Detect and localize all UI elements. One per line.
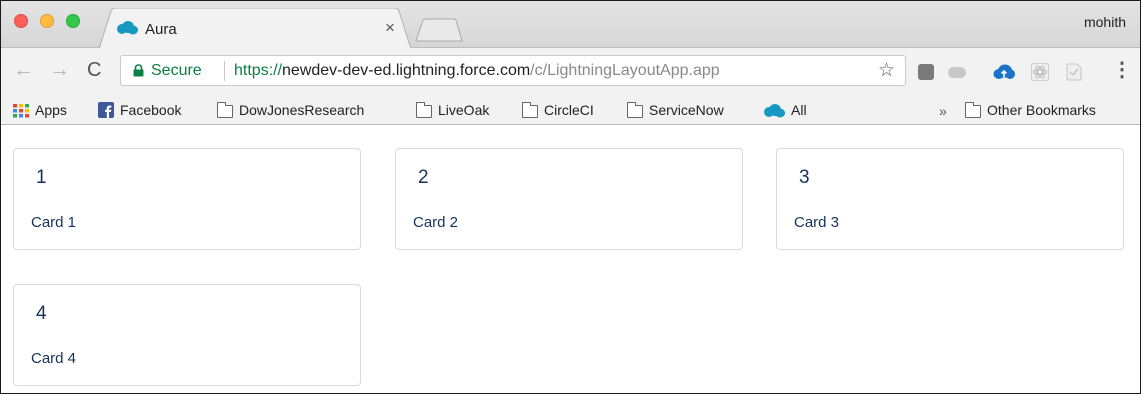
card-title: 4 xyxy=(36,303,47,324)
address-separator xyxy=(224,61,225,81)
extension-cloud-upload-icon[interactable] xyxy=(993,64,1015,80)
bookmark-folder-circleci[interactable]: CircleCI xyxy=(522,102,594,120)
title-bar: Aura × mohith xyxy=(1,1,1140,49)
card: 3 Card 3 xyxy=(776,148,1124,250)
back-arrow-icon[interactable]: ← xyxy=(13,59,34,80)
bookmark-label: DowJonesResearch xyxy=(239,102,365,118)
extension-page-icon[interactable] xyxy=(1066,63,1082,81)
tab-title: Aura xyxy=(145,21,177,38)
folder-icon xyxy=(965,102,981,118)
card-title: 3 xyxy=(799,167,810,188)
url-scheme: https:// xyxy=(234,62,283,79)
apps-grid-icon xyxy=(13,104,29,118)
url-path: /c/LightningLayoutApp.app xyxy=(530,62,720,79)
bookmark-label: ServiceNow xyxy=(649,102,724,118)
extension-cloud-grey-icon[interactable] xyxy=(948,67,966,78)
bookmark-folder-other-bookmarks[interactable]: Other Bookmarks xyxy=(965,102,1096,120)
browser-toolbar: ← → C Secure https://newdev-dev-ed.light… xyxy=(1,48,1140,95)
bookmark-star-icon[interactable]: ☆ xyxy=(878,59,895,82)
folder-icon xyxy=(416,102,432,118)
bookmark-folder-dowjonesresearch[interactable]: DowJonesResearch xyxy=(217,102,364,120)
card: 1 Card 1 xyxy=(13,148,361,250)
extension-square-icon[interactable] xyxy=(918,64,934,80)
minimize-window-button[interactable] xyxy=(40,14,54,28)
facebook-icon xyxy=(98,102,114,118)
bookmark-apps[interactable]: Apps xyxy=(13,102,67,120)
bookmark-label: LiveOak xyxy=(438,102,490,118)
menu-dots-icon[interactable]: ⋮ xyxy=(1112,60,1132,80)
bookmark-folder-liveoak[interactable]: LiveOak xyxy=(416,102,489,120)
card-title: 1 xyxy=(36,167,47,188)
card: 4 Card 4 xyxy=(13,284,361,386)
lock-icon xyxy=(133,64,144,77)
url-host: newdev-dev-ed.lightning.force.com xyxy=(282,62,531,79)
salesforce-cloud-icon xyxy=(764,104,785,118)
new-tab-button[interactable] xyxy=(415,18,463,42)
card-body: Card 1 xyxy=(31,214,77,231)
profile-name[interactable]: mohith xyxy=(1084,14,1126,30)
browser-tab[interactable]: Aura × xyxy=(99,8,411,49)
card: 2 Card 2 xyxy=(395,148,743,250)
folder-icon xyxy=(627,102,643,118)
bookmarks-bar: Apps Facebook DowJonesResearch LiveOak C… xyxy=(1,95,1140,125)
reload-icon[interactable]: C xyxy=(87,60,101,80)
extension-react-icon[interactable] xyxy=(1031,63,1049,81)
bookmark-label: CircleCI xyxy=(544,102,594,118)
bookmark-label: Other Bookmarks xyxy=(987,102,1096,118)
card-body: Card 3 xyxy=(794,214,840,231)
bookmark-label: Apps xyxy=(35,102,67,118)
card-body: Card 4 xyxy=(31,350,77,367)
folder-icon xyxy=(217,102,233,118)
card-title: 2 xyxy=(418,167,429,188)
forward-arrow-icon[interactable]: → xyxy=(49,59,70,80)
folder-icon xyxy=(522,102,538,118)
salesforce-cloud-icon xyxy=(117,21,138,35)
bookmark-label: All xyxy=(791,102,807,118)
bookmarks-overflow-chevron-icon[interactable]: » xyxy=(939,103,947,119)
close-window-button[interactable] xyxy=(14,14,28,28)
bookmark-all[interactable]: All xyxy=(763,102,807,120)
bookmark-facebook[interactable]: Facebook xyxy=(98,102,181,120)
secure-label: Secure xyxy=(151,62,202,79)
browser-window: Aura × mohith ← → C Secure https://newde… xyxy=(0,0,1141,394)
page-content: 1 Card 1 2 Card 2 3 Card 3 4 Card 4 xyxy=(1,126,1140,393)
card-body: Card 2 xyxy=(413,214,459,231)
maximize-window-button[interactable] xyxy=(66,14,80,28)
bookmark-folder-servicenow[interactable]: ServiceNow xyxy=(627,102,724,120)
tab-close-icon[interactable]: × xyxy=(385,18,395,38)
bookmark-label: Facebook xyxy=(120,102,182,118)
url-text[interactable]: https://newdev-dev-ed.lightning.force.co… xyxy=(234,62,720,80)
address-bar[interactable]: Secure https://newdev-dev-ed.lightning.f… xyxy=(120,55,906,86)
